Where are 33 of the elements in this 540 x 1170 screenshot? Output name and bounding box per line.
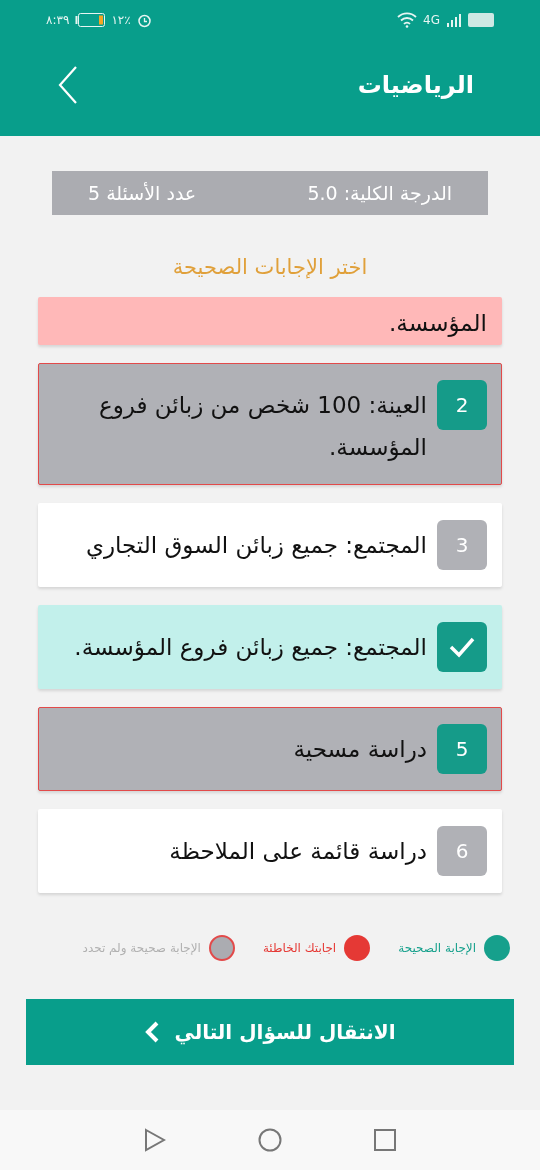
option-number: 6 xyxy=(437,826,487,876)
check-icon xyxy=(448,635,476,659)
wifi-icon xyxy=(397,12,418,28)
option-text: المؤسسة. xyxy=(389,309,487,339)
answer-option[interactable]: المؤسسة. xyxy=(38,297,502,345)
signal-icon xyxy=(446,12,462,28)
option-text: دراسة مسحية xyxy=(293,735,427,765)
wifi-badge-icon xyxy=(468,13,494,27)
legend-label: الإجابة الصحيحة xyxy=(398,941,476,955)
battery-icon xyxy=(75,13,106,27)
option-text: المجتمع: جميع زبائن فروع المؤسسة. xyxy=(74,633,427,663)
chevron-left-icon xyxy=(144,1021,161,1043)
recents-square-icon[interactable] xyxy=(374,1129,396,1151)
legend-label: اجابتك الخاطئة xyxy=(262,941,337,955)
page-title: الرياضيات xyxy=(357,71,474,99)
option-text: دراسة قائمة على الملاحظة xyxy=(169,837,427,867)
instruction-text: اختر الإجابات الصحيحة xyxy=(172,255,368,279)
total-score: الدرجة الكلية: 5.0 xyxy=(307,182,452,204)
option-text: العينة: 100 شخص من زبائن فروع المؤسسة. xyxy=(98,391,427,463)
question-count: عدد الأسئلة 5 xyxy=(88,182,197,204)
answer-option[interactable]: المجتمع: جميع زبائن فروع المؤسسة. xyxy=(38,605,502,689)
legend-label: الإجابة صحيحة ولم تحدد xyxy=(82,941,201,955)
chevron-left-icon xyxy=(58,65,78,105)
home-circle-icon[interactable] xyxy=(258,1128,282,1152)
battery-percent: ١٢٪ xyxy=(111,13,131,27)
network-type: 4G xyxy=(423,13,440,27)
status-time: ٨:٣٩ xyxy=(46,13,70,27)
alarm-icon xyxy=(136,12,152,28)
option-text: المجتمع: جميع زبائن السوق التجاري xyxy=(85,531,427,561)
option-number: 3 xyxy=(437,520,487,570)
back-triangle-icon[interactable] xyxy=(144,1128,166,1152)
option-number: 5 xyxy=(437,724,487,774)
option-number: 2 xyxy=(437,380,487,430)
